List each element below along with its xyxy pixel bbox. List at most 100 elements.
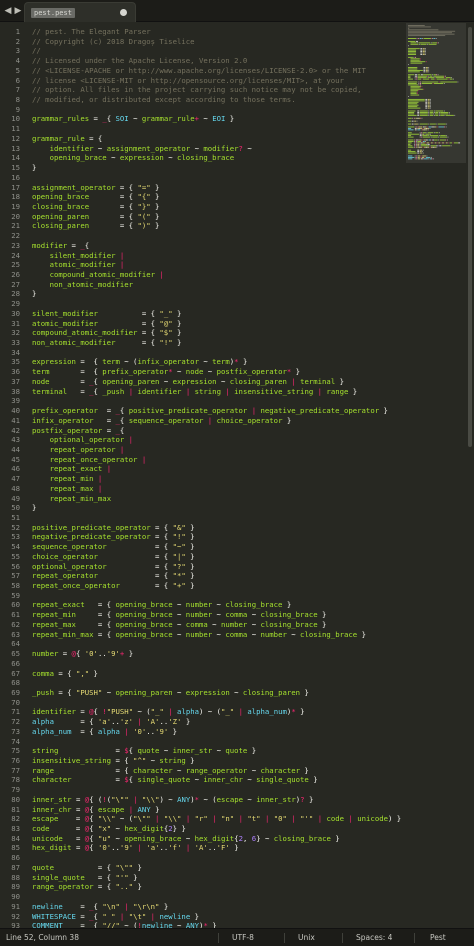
nav-forward-icon[interactable]: ▶ — [13, 5, 23, 17]
line-endings-status[interactable]: Unix — [298, 929, 315, 946]
code-line[interactable]: 70 — [0, 698, 406, 707]
code-line[interactable]: 39 — [0, 396, 406, 405]
code-line[interactable]: 12 grammar_rule = { — [0, 134, 406, 143]
code-line[interactable]: 43 optional_operator | — [0, 435, 406, 444]
code-line[interactable]: 85 hex_digit = @{ '0'..'9' | 'a'..'f' | '… — [0, 843, 406, 852]
code-line[interactable]: 27 non_atomic_modifier — [0, 280, 406, 289]
code-line[interactable]: 32 compound_atomic_modifier = { "$" } — [0, 328, 406, 337]
minimap-viewport[interactable] — [406, 23, 466, 163]
code-line[interactable]: 80 inner_str = @{ (!("\"" | "\\") ~ ANY)*… — [0, 795, 406, 804]
code-line[interactable]: 51 — [0, 513, 406, 522]
code-line[interactable]: 49 repeat_min_max — [0, 494, 406, 503]
code-line[interactable]: 77 range = { character ~ range_operator ~… — [0, 766, 406, 775]
unsaved-dot-icon[interactable] — [120, 9, 127, 16]
code-line[interactable]: 10 grammar_rules = _{ SOI ~ grammar_rule+… — [0, 114, 406, 123]
code-line[interactable]: 63 repeat_min_max = { opening_brace ~ num… — [0, 630, 406, 639]
code-line[interactable]: 3 // — [0, 46, 406, 55]
code-line[interactable]: 68 — [0, 678, 406, 687]
code-line[interactable]: 60 repeat_exact = { opening_brace ~ numbe… — [0, 600, 406, 609]
code-line[interactable]: 30 silent_modifier = { "_" } — [0, 309, 406, 318]
code-line[interactable]: 14 opening_brace ~ expression ~ closing_… — [0, 153, 406, 162]
code-line[interactable]: 47 repeat_min | — [0, 474, 406, 483]
code-line[interactable]: 18 opening_brace = { "{" } — [0, 192, 406, 201]
code-line[interactable]: 6 // license <LICENSE-MIT or http://opens… — [0, 76, 406, 85]
code-line[interactable]: 88 single_quote = { "'" } — [0, 873, 406, 882]
code-line[interactable]: 19 closing_brace = { "}" } — [0, 202, 406, 211]
code-line[interactable]: 89 range_operator = { ".." } — [0, 882, 406, 891]
code-line[interactable]: 50} — [0, 503, 406, 512]
code-line[interactable]: 22 — [0, 231, 406, 240]
code-line[interactable]: 65 number = @{ '0'..'9'+ } — [0, 649, 406, 658]
code-line[interactable]: 74 — [0, 737, 406, 746]
code-line[interactable]: 69 _push = { "PUSH" ~ opening_paren ~ exp… — [0, 688, 406, 697]
code-line[interactable]: 92 WHITESPACE = _{ " " | "\t" | newline } — [0, 912, 406, 921]
code-line[interactable]: 24 silent_modifier | — [0, 251, 406, 260]
code-line[interactable]: 54 sequence_operator = { "~" } — [0, 542, 406, 551]
code-editor[interactable]: 1 // pest. The Elegant Parser 2 // Copyrigh… — [0, 23, 406, 928]
code-line[interactable]: 34 — [0, 348, 406, 357]
code-line[interactable]: 15} — [0, 163, 406, 172]
indentation-status[interactable]: Spaces: 4 — [356, 929, 392, 946]
minimap[interactable] — [406, 23, 466, 928]
code-line[interactable]: 31 atomic_modifier = { "@" } — [0, 319, 406, 328]
code-line[interactable]: 66 — [0, 659, 406, 668]
code-line[interactable]: 52 positive_predicate_operator = { "&" } — [0, 523, 406, 532]
code-line[interactable]: 28} — [0, 289, 406, 298]
code-line[interactable]: 62 repeat_max = { opening_brace ~ comma ~… — [0, 620, 406, 629]
code-line[interactable]: 29 — [0, 299, 406, 308]
code-line[interactable]: 84 unicode = @{ "u" ~ opening_brace ~ hex… — [0, 834, 406, 843]
code-line[interactable]: 53 negative_predicate_operator = { "!" } — [0, 532, 406, 541]
code-line[interactable]: 82 escape = @{ "\\" ~ ("\"" | "\\" | "r" … — [0, 814, 406, 823]
encoding-status[interactable]: UTF-8 — [232, 929, 254, 946]
code-line[interactable]: 41 infix_operator = _{ sequence_operator … — [0, 416, 406, 425]
code-line[interactable]: 23 modifier = _{ — [0, 241, 406, 250]
code-line[interactable]: 58 repeat_once_operator = { "+" } — [0, 581, 406, 590]
code-line[interactable]: 90 — [0, 892, 406, 901]
code-line[interactable]: 17 assignment_operator = { "=" } — [0, 183, 406, 192]
code-line[interactable]: 37 node = _{ opening_paren ~ expression ~… — [0, 377, 406, 386]
code-line[interactable]: 83 code = @{ "x" ~ hex_digit{2} } — [0, 824, 406, 833]
code-line[interactable]: 20 opening_paren = { "(" } — [0, 212, 406, 221]
code-line[interactable]: 45 repeat_once_operator | — [0, 455, 406, 464]
code-line[interactable]: 13 identifier ~ assignment_operator ~ mo… — [0, 144, 406, 153]
code-line[interactable]: 48 repeat_max | — [0, 484, 406, 493]
code-line[interactable]: 9 — [0, 105, 406, 114]
vertical-scrollbar[interactable] — [466, 23, 474, 928]
code-line[interactable]: 78 character = ${ single_quote ~ inner_ch… — [0, 775, 406, 784]
syntax-status[interactable]: Pest — [430, 929, 446, 946]
code-line[interactable]: 44 repeat_operator | — [0, 445, 406, 454]
code-line[interactable]: 1 // pest. The Elegant Parser — [0, 27, 406, 36]
code-line[interactable]: 5 // <LICENSE-APACHE or http://www.apache… — [0, 66, 406, 75]
code-line[interactable]: 81 inner_chr = @{ escape | ANY } — [0, 805, 406, 814]
code-line[interactable]: 33 non_atomic_modifier = { "!" } — [0, 338, 406, 347]
nav-back-icon[interactable]: ◀ — [3, 5, 13, 17]
code-line[interactable]: 71 identifier = @{ !"PUSH" ~ ("_" | alpha… — [0, 707, 406, 716]
code-line[interactable]: 36 term = { prefix_operator* ~ node ~ pos… — [0, 367, 406, 376]
code-line[interactable]: 57 repeat_operator = { "*" } — [0, 571, 406, 580]
code-line[interactable]: 40 prefix_operator = _{ positive_predicat… — [0, 406, 406, 415]
code-line[interactable]: 79 — [0, 785, 406, 794]
code-line[interactable]: 7 // option. All files in the project car… — [0, 85, 406, 94]
code-line[interactable]: 21 closing_paren = { ")" } — [0, 221, 406, 230]
code-line[interactable]: 55 choice_operator = { "|" } — [0, 552, 406, 561]
code-line[interactable]: 64 — [0, 639, 406, 648]
code-line[interactable]: 72 alpha = { 'a'..'z' | 'A'..'Z' } — [0, 717, 406, 726]
code-line[interactable]: 46 repeat_exact | — [0, 464, 406, 473]
code-line[interactable]: 8 // modified, or distributed except acco… — [0, 95, 406, 104]
code-line[interactable]: 25 atomic_modifier | — [0, 260, 406, 269]
code-line[interactable]: 87 quote = { "\"" } — [0, 863, 406, 872]
code-line[interactable]: 76 insensitive_string = { "^" ~ string } — [0, 756, 406, 765]
code-line[interactable]: 16 — [0, 173, 406, 182]
code-line[interactable]: 91 newline = _{ "\n" | "\r\n" } — [0, 902, 406, 911]
code-line[interactable]: 35 expression = { term ~ (infix_operator … — [0, 357, 406, 366]
code-line[interactable]: 59 — [0, 591, 406, 600]
code-line[interactable]: 4 // Licensed under the Apache License, V… — [0, 56, 406, 65]
code-line[interactable]: 42 postfix_operator = _{ — [0, 426, 406, 435]
code-line[interactable]: 73 alpha_num = { alpha | '0'..'9' } — [0, 727, 406, 736]
code-line[interactable]: 2 // Copyright (c) 2018 Dragoș Tiselice — [0, 37, 406, 46]
code-line[interactable]: 38 terminal = _{ _push | identifier | str… — [0, 387, 406, 396]
code-line[interactable]: 11 — [0, 124, 406, 133]
tab-file[interactable]: pest.pest — [24, 2, 136, 22]
code-line[interactable]: 93 COMMENT = _{ "//" ~ (!newline ~ ANY)* … — [0, 921, 406, 928]
scrollbar-thumb[interactable] — [468, 27, 472, 447]
